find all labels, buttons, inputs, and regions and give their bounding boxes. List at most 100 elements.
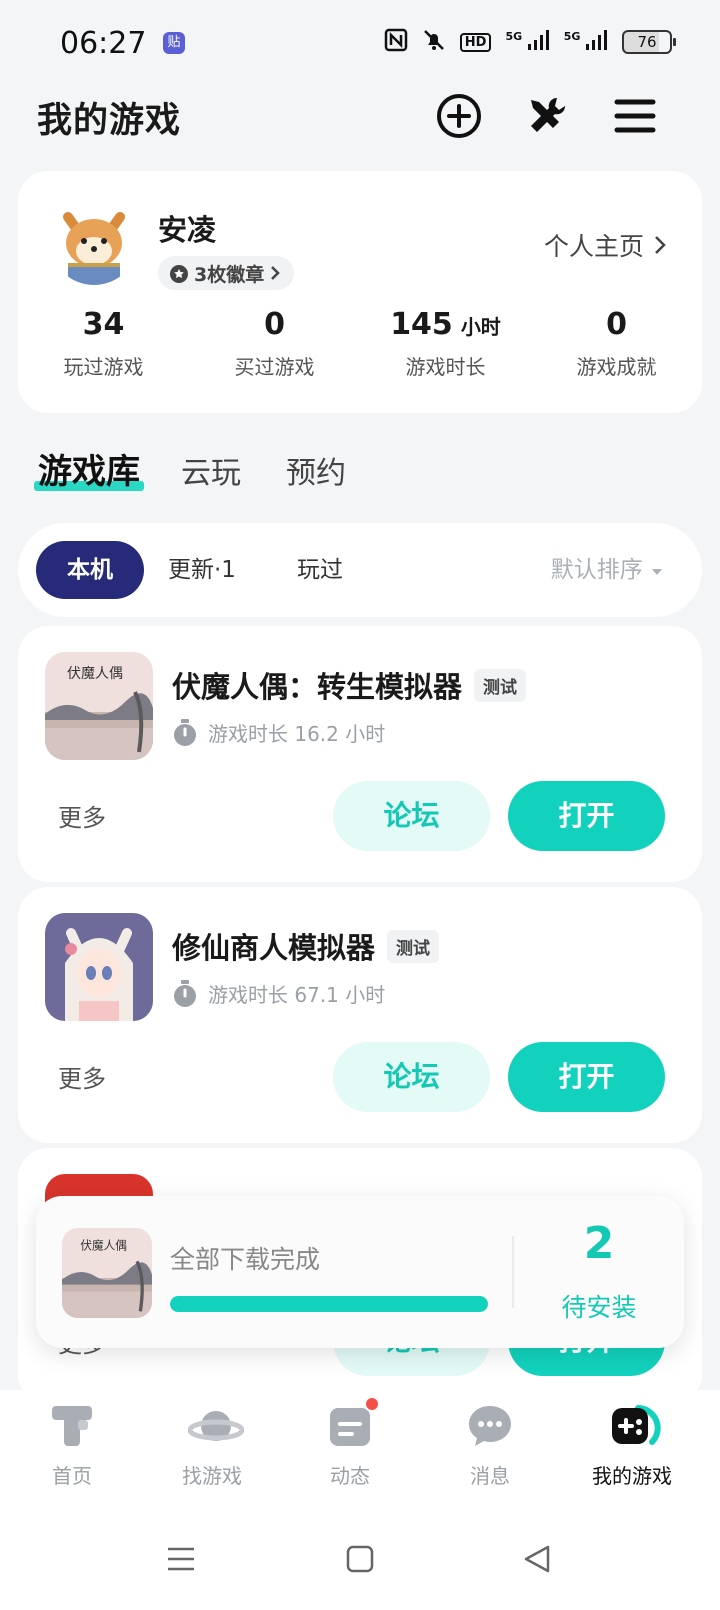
stopwatch-icon <box>174 979 196 1007</box>
game-icon[interactable]: 伏魔人偶 <box>45 652 153 760</box>
test-tag: 测试 <box>387 929 440 963</box>
badge-icon <box>170 265 188 283</box>
tieba-notification-icon: 贴 <box>163 32 185 54</box>
page-header: 我的游戏 <box>0 86 720 146</box>
filter-local[interactable]: 本机 <box>36 541 144 599</box>
game-title-row: 伏魔人偶：转生模拟器 测试 <box>172 664 527 706</box>
stat-value: 0 <box>264 307 285 342</box>
feed-icon <box>326 1396 380 1450</box>
recent-apps-icon[interactable] <box>166 1544 196 1578</box>
test-tag: 测试 <box>474 668 527 702</box>
tab-library[interactable]: 游戏库 <box>34 444 144 493</box>
status-bar: 06:27 贴 HD 5G 5G 76 <box>0 0 720 80</box>
nfc-icon <box>384 28 408 56</box>
stat-bought-games[interactable]: 0 买过游戏 <box>189 307 360 380</box>
game-playtime: 游戏时长 16.2 小时 <box>172 718 385 747</box>
stat-value: 145 <box>390 307 453 342</box>
stat-played-games[interactable]: 34 玩过游戏 <box>18 307 189 380</box>
bottom-nav: 首页 找游戏 动态 消息 我的游戏 <box>0 1390 720 1510</box>
nav-my-games[interactable]: 我的游戏 <box>560 1402 704 1489</box>
signal-icon-2: 5G <box>564 30 608 54</box>
game-playtime: 游戏时长 67.1 小时 <box>172 979 385 1008</box>
more-button[interactable]: 更多 <box>58 1059 106 1094</box>
stat-label: 玩过游戏 <box>63 355 144 379</box>
nav-home[interactable]: 首页 <box>0 1402 144 1489</box>
home-square-icon[interactable] <box>346 1544 374 1578</box>
tools-icon[interactable] <box>523 92 571 140</box>
game-icon[interactable] <box>45 913 153 1021</box>
open-button[interactable]: 打开 <box>508 781 665 851</box>
nav-label: 消息 <box>470 1464 510 1488</box>
game-title[interactable]: 伏魔人偶：转生模拟器 <box>172 664 462 706</box>
more-button[interactable]: 更多 <box>58 798 106 833</box>
pending-install-label: 待安装 <box>561 1293 637 1322</box>
game-icon-text: 伏魔人偶 <box>67 666 123 682</box>
nav-label: 动态 <box>330 1464 370 1488</box>
sort-label: 默认排序 <box>550 557 643 583</box>
avatar[interactable] <box>50 197 138 285</box>
download-progress-fill <box>170 1296 488 1312</box>
status-icons: HD 5G 5G 76 <box>384 28 676 56</box>
chevron-right-icon <box>655 236 666 254</box>
filter-updates[interactable]: 更新·1 <box>168 541 236 599</box>
nav-feed[interactable]: 动态 <box>278 1396 422 1489</box>
stat-unit: 小时 <box>460 315 501 339</box>
gamepad-icon <box>608 1402 661 1450</box>
filter-bar: 本机 更新·1 玩过 默认排序 <box>18 523 702 617</box>
notification-dot <box>364 1396 380 1412</box>
forum-button[interactable]: 论坛 <box>333 781 490 851</box>
sort-dropdown[interactable]: 默认排序 <box>551 541 664 599</box>
chat-icon <box>466 1402 514 1450</box>
chevron-right-icon <box>271 266 281 280</box>
stat-achievements[interactable]: 0 游戏成就 <box>531 307 702 380</box>
download-status-text: 全部下载完成 <box>170 1245 321 1274</box>
menu-icon[interactable] <box>611 92 659 140</box>
profile-stats: 34 玩过游戏 0 买过游戏 145 小时 游戏时长 0 游戏成就 <box>18 307 702 380</box>
stat-play-time[interactable]: 145 小时 游戏时长 <box>360 307 531 380</box>
home-icon <box>48 1402 96 1450</box>
stat-value: 0 <box>606 307 627 342</box>
playtime-text: 游戏时长 67.1 小时 <box>208 983 386 1007</box>
open-button[interactable]: 打开 <box>508 1042 665 1112</box>
game-title-row: 修仙商人模拟器 测试 <box>172 925 440 967</box>
planet-icon <box>187 1402 245 1450</box>
battery-icon: 76 <box>622 30 676 54</box>
mute-icon <box>422 28 446 56</box>
stat-label: 买过游戏 <box>234 355 315 379</box>
tab-cloud-play[interactable]: 云玩 <box>181 448 241 492</box>
page-title: 我的游戏 <box>37 101 182 141</box>
nav-messages[interactable]: 消息 <box>418 1402 562 1489</box>
profile-home-link[interactable]: 个人主页 <box>544 227 668 263</box>
status-time: 06:27 <box>60 26 147 61</box>
download-icon-text: 伏魔人偶 <box>80 1239 127 1253</box>
back-triangle-icon[interactable] <box>522 1544 552 1578</box>
game-card: 修仙商人模拟器 测试 游戏时长 67.1 小时 更多 论坛 打开 <box>18 887 702 1143</box>
stopwatch-icon <box>174 718 196 746</box>
game-card: 伏魔人偶 伏魔人偶：转生模拟器 测试 游戏时长 16.2 小时 更多 论坛 打开 <box>18 626 702 882</box>
profile-card: 安凌 3枚徽章 个人主页 34 玩过游戏 0 买过游戏 145 小时 游戏时长 0… <box>18 171 702 413</box>
stat-label: 游戏成就 <box>576 355 657 379</box>
system-nav-bar <box>0 1510 720 1610</box>
tab-reservations[interactable]: 预约 <box>286 448 346 492</box>
nav-label: 首页 <box>52 1464 92 1488</box>
download-progress-bar <box>170 1296 488 1312</box>
hd-icon: HD <box>459 32 492 52</box>
game-title[interactable]: 修仙商人模拟器 <box>172 925 375 967</box>
filter-played[interactable]: 玩过 <box>297 541 343 599</box>
nav-find-games[interactable]: 找游戏 <box>140 1402 284 1489</box>
pending-install-count: 2 <box>583 1218 615 1269</box>
badges-pill[interactable]: 3枚徽章 <box>158 256 295 290</box>
signal-icon-1: 5G <box>505 30 549 54</box>
forum-button[interactable]: 论坛 <box>333 1042 490 1112</box>
library-tabs: 游戏库 云玩 预约 <box>0 440 720 500</box>
download-game-icon: 伏魔人偶 <box>62 1228 152 1318</box>
add-circle-icon[interactable] <box>435 92 483 140</box>
download-status-popup[interactable]: 伏魔人偶 全部下载完成 2 待安装 <box>36 1196 684 1348</box>
stat-value: 34 <box>82 307 125 342</box>
nav-label: 我的游戏 <box>592 1464 672 1488</box>
profile-home-label: 个人主页 <box>543 232 644 261</box>
nav-label: 找游戏 <box>182 1464 242 1488</box>
caret-down-icon <box>652 569 662 575</box>
badges-label: 3枚徽章 <box>194 263 265 286</box>
tab-label: 游戏库 <box>38 452 140 492</box>
